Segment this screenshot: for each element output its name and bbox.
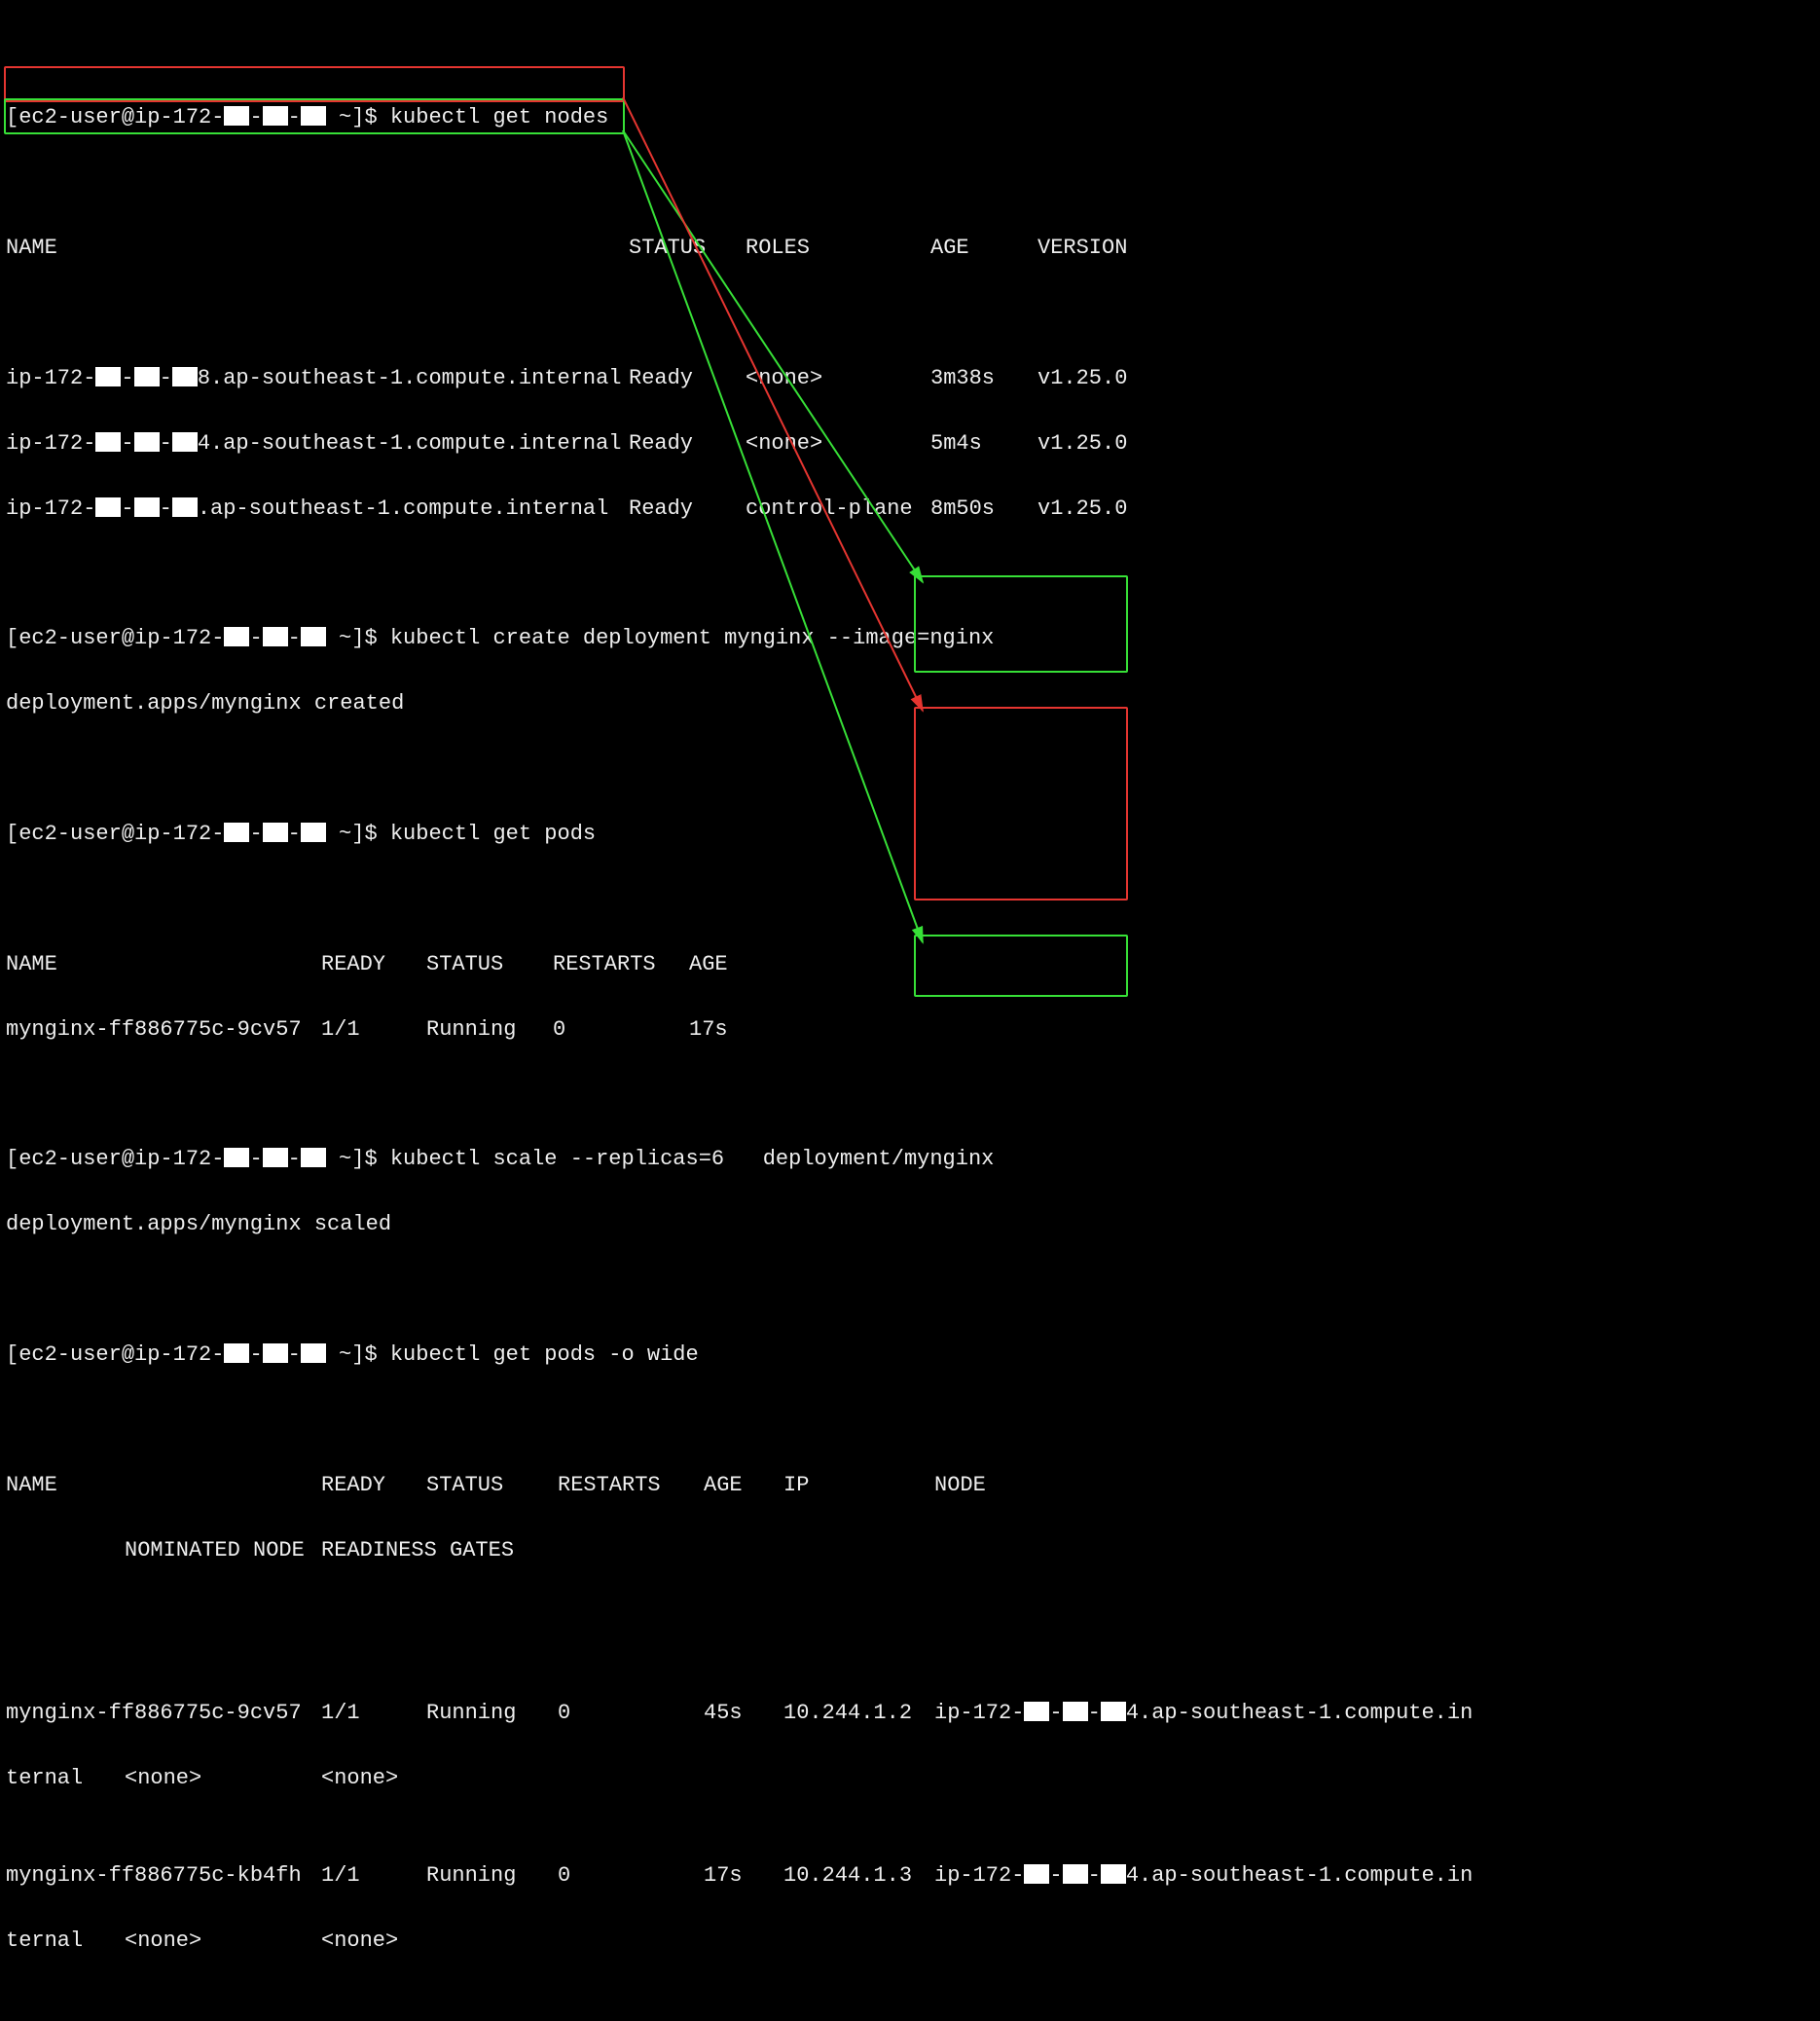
node-row: ip-172---.ap-southeast-1.compute.interna… — [6, 493, 1814, 525]
col-name: NAME — [6, 232, 629, 264]
pods-wide-header-2: NOMINATED NODE READINESS GATES — [6, 1534, 1814, 1566]
annotation-box-red-target — [914, 707, 1128, 900]
col-restarts: RESTARTS — [558, 1469, 704, 1501]
col-age: AGE — [689, 948, 728, 980]
col-version: VERSION — [1037, 232, 1127, 264]
col-ready: READY — [321, 948, 426, 980]
prompt-line: [ec2-user@ip-172--- ~]$ kubectl get pods — [6, 818, 1814, 850]
annotation-box-green-target-2 — [914, 935, 1128, 997]
col-gates: READINESS GATES — [321, 1534, 514, 1566]
col-nominated: NOMINATED NODE — [125, 1534, 321, 1566]
prompt-line: [ec2-user@ip-172--- ~]$ kubectl scale --… — [6, 1143, 1814, 1175]
col-age: AGE — [704, 1469, 783, 1501]
pod-wide-row: mynginx-ff886775c-kb4fh 1/1 Running 0 17… — [6, 1859, 1814, 1892]
col-status: STATUS — [629, 232, 746, 264]
pods-wide-header: NAME READY STATUS RESTARTS AGE IP NODE — [6, 1469, 1814, 1501]
pod-wide-row-wrap: ternal <none> <none> — [6, 1925, 1814, 1957]
terminal[interactable]: [ec2-user@ip-172--- ~]$ kubectl get node… — [0, 0, 1820, 2021]
col-ip: IP — [783, 1469, 934, 1501]
annotation-box-green-source — [4, 98, 625, 134]
command: kubectl get pods — [390, 822, 596, 846]
pods-header: NAME READY STATUS RESTARTS AGE — [6, 948, 1814, 980]
pod-row: mynginx-ff886775c-9cv57 1/1 Running 0 17… — [6, 1013, 1814, 1046]
col-ready: READY — [321, 1469, 426, 1501]
annotation-box-green-target-1 — [914, 575, 1128, 673]
node-row: ip-172---4.ap-southeast-1.compute.intern… — [6, 427, 1814, 459]
col-status: STATUS — [426, 948, 553, 980]
annotation-box-red-source — [4, 66, 625, 102]
pod-wide-row-wrap: ternal <none> <none> — [6, 1762, 1814, 1794]
prompt-line: [ec2-user@ip-172--- ~]$ kubectl create d… — [6, 622, 1814, 654]
node-row: ip-172---8.ap-southeast-1.compute.intern… — [6, 362, 1814, 394]
output-line: deployment.apps/mynginx scaled — [6, 1208, 1814, 1240]
pod-wide-row: mynginx-ff886775c-9cv57 1/1 Running 0 45… — [6, 1697, 1814, 1729]
command: kubectl create deployment mynginx --imag… — [390, 626, 995, 650]
col-age: AGE — [930, 232, 1037, 264]
col-node: NODE — [934, 1469, 986, 1501]
col-name: NAME — [6, 948, 321, 980]
col-status: STATUS — [426, 1469, 558, 1501]
col-restarts: RESTARTS — [553, 948, 689, 980]
nodes-header: NAME STATUS ROLES AGE VERSION — [6, 232, 1814, 264]
col-name: NAME — [6, 1469, 321, 1501]
command: kubectl get pods -o wide — [390, 1342, 699, 1367]
prompt-line: [ec2-user@ip-172--- ~]$ kubectl get pods… — [6, 1339, 1814, 1371]
command: kubectl scale --replicas=6 deployment/my… — [390, 1147, 995, 1171]
col-roles: ROLES — [746, 232, 930, 264]
output-line: deployment.apps/mynginx created — [6, 687, 1814, 719]
